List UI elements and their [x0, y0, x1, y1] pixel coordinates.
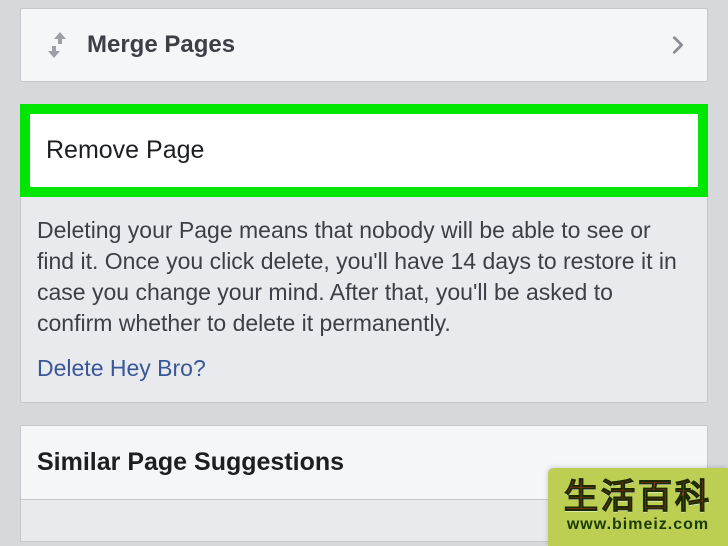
delete-page-link[interactable]: Delete Hey Bro?: [37, 355, 691, 382]
chevron-right-icon: [667, 34, 689, 56]
merge-pages-title: Merge Pages: [87, 31, 667, 59]
remove-page-highlight: Remove Page: [20, 104, 708, 197]
merge-icon: [39, 27, 75, 63]
watermark: 生活百科 www.bimeiz.com: [548, 468, 728, 546]
merge-pages-row[interactable]: Merge Pages: [20, 8, 708, 82]
remove-page-header: Remove Page: [30, 114, 698, 187]
remove-page-description: Deleting your Page means that nobody wil…: [37, 215, 691, 339]
remove-page-body: Deleting your Page means that nobody wil…: [20, 197, 708, 403]
watermark-title: 生活百科: [564, 480, 712, 514]
watermark-url: www.bimeiz.com: [567, 516, 709, 534]
